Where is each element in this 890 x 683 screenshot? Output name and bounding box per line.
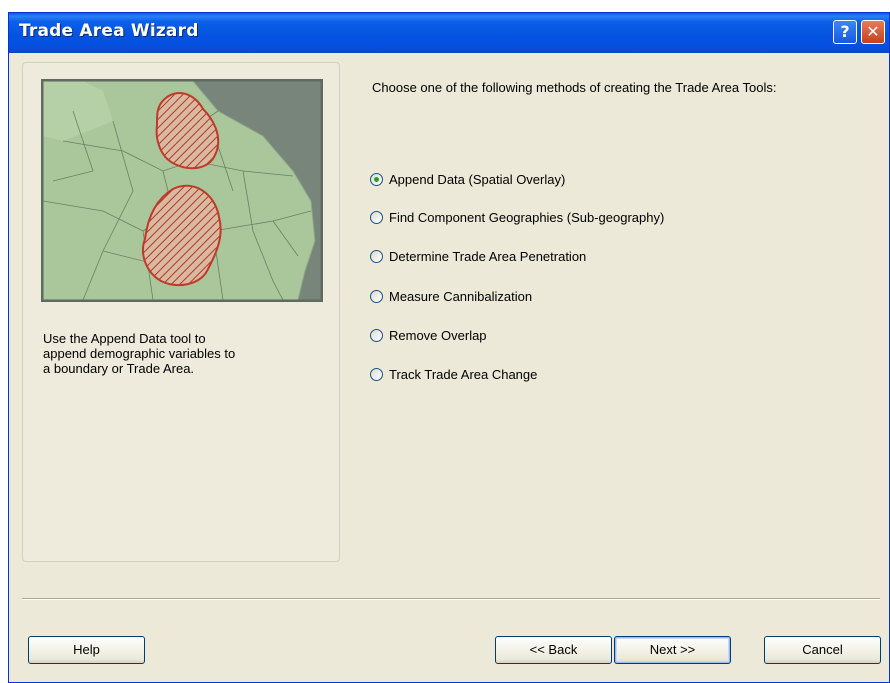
next-button[interactable]: Next >> — [614, 636, 731, 664]
window-title: Trade Area Wizard — [19, 21, 199, 41]
radio-track-change[interactable] — [370, 367, 383, 381]
option-measure-cannibalization[interactable]: Measure Cannibalization — [370, 286, 532, 306]
radio-remove-overlap[interactable] — [370, 328, 383, 342]
option-append-data[interactable]: Append Data (Spatial Overlay) — [370, 169, 565, 189]
option-label: Remove Overlap — [389, 327, 487, 343]
option-label: Track Trade Area Change — [389, 366, 538, 382]
option-determine-penetration[interactable]: Determine Trade Area Penetration — [370, 246, 586, 266]
trade-area-map-image — [41, 79, 323, 302]
illustration-panel: Use the Append Data tool to append demog… — [22, 62, 340, 562]
radio-determine-penetration[interactable] — [370, 249, 383, 263]
radio-measure-cannibalization[interactable] — [370, 289, 383, 303]
help-button[interactable]: Help — [28, 636, 145, 664]
tool-description: Use the Append Data tool to append demog… — [43, 331, 236, 376]
option-label: Measure Cannibalization — [389, 288, 533, 304]
option-track-change[interactable]: Track Trade Area Change — [370, 364, 537, 384]
help-title-button[interactable]: ? — [833, 20, 857, 44]
back-button[interactable]: << Back — [495, 636, 612, 664]
title-bar[interactable]: Trade Area Wizard ? ✕ — [9, 13, 889, 53]
option-label: Determine Trade Area Penetration — [389, 248, 587, 264]
instruction-text: Choose one of the following methods of c… — [372, 80, 777, 95]
close-title-button[interactable]: ✕ — [861, 20, 885, 44]
option-remove-overlap[interactable]: Remove Overlap — [370, 325, 487, 345]
footer-separator — [22, 598, 880, 600]
radio-append-data[interactable] — [370, 172, 383, 186]
option-label: Append Data (Spatial Overlay) — [389, 171, 566, 187]
radio-find-component-geographies[interactable] — [370, 210, 383, 224]
option-find-component-geographies[interactable]: Find Component Geographies (Sub-geograph… — [370, 207, 664, 227]
option-label: Find Component Geographies (Sub-geograph… — [389, 209, 665, 225]
cancel-button[interactable]: Cancel — [764, 636, 881, 664]
